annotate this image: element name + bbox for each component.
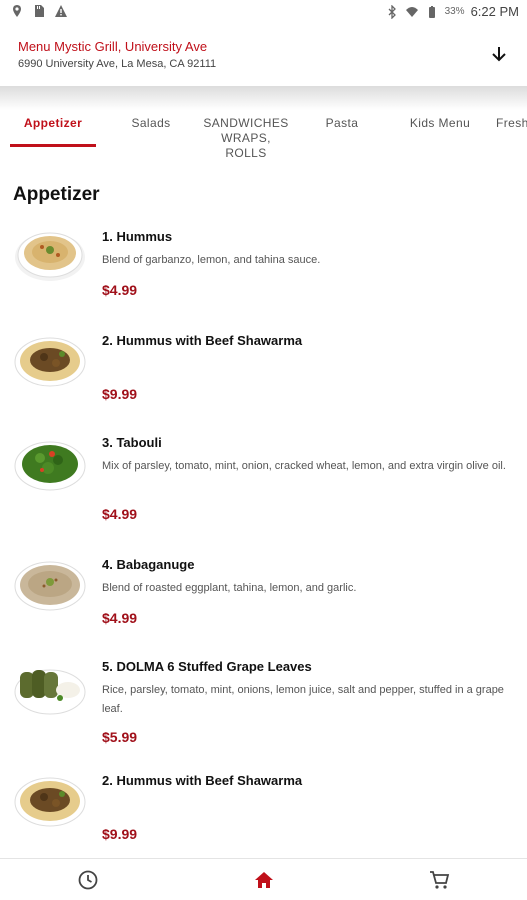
item-price: $9.99 — [102, 826, 138, 842]
tabouli-image — [14, 441, 86, 491]
status-left — [10, 4, 68, 18]
status-bar: 33% 6:22 PM — [0, 0, 527, 24]
menu-item[interactable]: 2. Hummus with Beef Shawarma $9.99 — [0, 330, 527, 410]
dolma-image — [14, 669, 86, 715]
active-tab-indicator — [10, 144, 96, 147]
item-price: $9.99 — [102, 386, 138, 402]
babaganuge-image — [14, 561, 86, 611]
item-name: 5. DOLMA 6 Stuffed Grape Leaves — [102, 659, 312, 674]
menu-item[interactable]: 5. DOLMA 6 Stuffed Grape Leaves Rice, pa… — [0, 656, 527, 756]
restaurant-address: 6990 University Ave, La Mesa, CA 92111 — [18, 58, 217, 70]
item-description: Mix of parsley, tomato, mint, onion, cra… — [102, 460, 506, 472]
item-name: 3. Tabouli — [102, 435, 162, 450]
hummus-shawarma-image — [14, 777, 86, 827]
location-icon — [13, 5, 21, 17]
item-description: Blend of roasted eggplant, tahina, lemon… — [102, 582, 357, 594]
item-name: 2. Hummus with Beef Shawarma — [102, 773, 303, 788]
bottom-navigation — [0, 858, 527, 900]
home-icon[interactable] — [253, 869, 275, 891]
item-price: $4.99 — [102, 282, 138, 298]
tab-salads[interactable]: Salads — [120, 116, 182, 131]
tab-fresh[interactable]: Fresh — [496, 116, 527, 131]
battery-level: 33% — [444, 6, 465, 17]
tab-sandwiches[interactable]: SANDWICHES WRAPS, ROLLS — [196, 116, 296, 161]
category-tabs: Appetizer Salads SANDWICHES WRAPS, ROLLS… — [0, 112, 527, 162]
hummus-shawarma-image — [14, 337, 86, 387]
item-description: Rice, parsley, tomato, mint, onions, lem… — [102, 684, 504, 715]
tab-pasta[interactable]: Pasta — [312, 116, 372, 131]
hummus-image — [15, 232, 85, 281]
header-shadow — [0, 86, 527, 110]
item-price: $4.99 — [102, 506, 138, 522]
arrow-down-icon[interactable] — [489, 44, 509, 64]
restaurant-name: Mystic Grill, University Ave — [54, 39, 208, 54]
sd-card-icon — [35, 5, 44, 17]
tab-kids-menu[interactable]: Kids Menu — [400, 116, 480, 131]
menu-item[interactable]: 1. Hummus Blend of garbanzo, lemon, and … — [0, 225, 527, 305]
menu-label: Menu — [18, 39, 51, 54]
item-price: $5.99 — [102, 729, 138, 745]
item-description: Blend of garbanzo, lemon, and tahina sau… — [102, 254, 321, 266]
menu-item[interactable]: 4. Babaganuge Blend of roasted eggplant,… — [0, 554, 527, 634]
cart-icon[interactable] — [428, 869, 450, 891]
item-name: 1. Hummus — [102, 229, 173, 244]
wifi-icon — [405, 6, 418, 17]
item-price: $4.99 — [102, 610, 138, 626]
restaurant-header: Menu Mystic Grill, University Ave 6990 U… — [0, 24, 527, 86]
tab-appetizer[interactable]: Appetizer — [22, 116, 84, 131]
section-title: Appetizer — [13, 184, 100, 205]
battery-icon — [428, 5, 435, 18]
status-right: 33% 6:22 PM — [385, 4, 519, 19]
menu-item[interactable]: 3. Tabouli Mix of parsley, tomato, mint,… — [0, 432, 527, 532]
item-name: 4. Babaganuge — [102, 557, 195, 572]
item-name: 2. Hummus with Beef Shawarma — [102, 333, 303, 348]
clock: 6:22 PM — [470, 4, 519, 19]
header-title: Menu Mystic Grill, University Ave — [18, 39, 207, 54]
menu-item[interactable]: 2. Hummus with Beef Shawarma $9.99 — [0, 770, 527, 850]
history-icon[interactable] — [77, 869, 99, 891]
warning-icon — [55, 5, 67, 17]
bluetooth-icon — [388, 4, 396, 19]
